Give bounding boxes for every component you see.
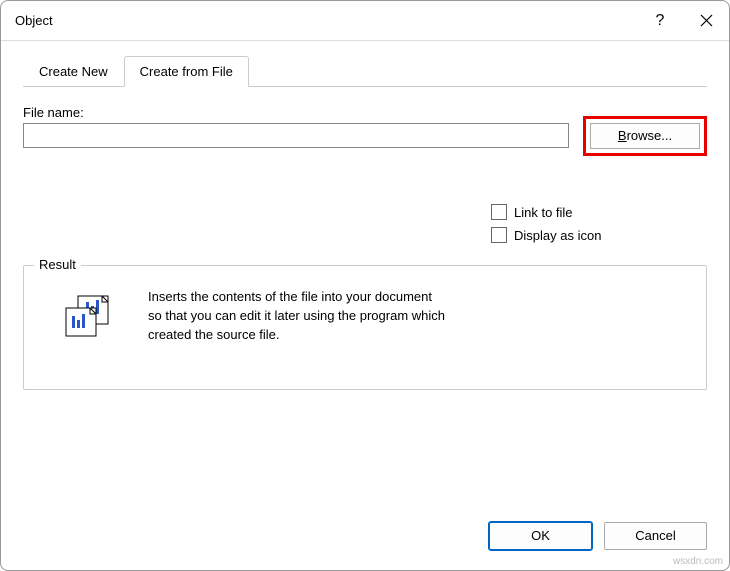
result-legend: Result (34, 257, 81, 272)
cancel-button[interactable]: Cancel (604, 522, 707, 550)
close-icon (700, 14, 713, 27)
checkbox-icon (491, 204, 507, 220)
dialog-footer: OK Cancel (489, 522, 707, 550)
close-button[interactable] (683, 1, 729, 41)
form-area: File name: Browse... Link to file Displa… (23, 87, 707, 390)
filename-label: File name: (23, 105, 569, 120)
filename-row: File name: Browse... (23, 105, 707, 148)
tab-create-from-file[interactable]: Create from File (124, 56, 249, 87)
display-as-icon-option[interactable]: Display as icon (491, 227, 707, 243)
help-button[interactable]: ? (637, 1, 683, 41)
tab-create-new[interactable]: Create New (23, 56, 124, 87)
dialog-title: Object (15, 13, 637, 28)
dialog-content: Create New Create from File File name: B… (1, 41, 729, 390)
link-to-file-label: Link to file (514, 205, 573, 220)
browse-highlight: Browse... (583, 116, 707, 156)
embed-file-icon (64, 294, 116, 340)
result-group: Result (23, 265, 707, 390)
result-description: Inserts the contents of the file into yo… (148, 288, 448, 345)
object-dialog: Object ? Create New Create from File Fil… (0, 0, 730, 571)
checkbox-icon (491, 227, 507, 243)
titlebar: Object ? (1, 1, 729, 41)
display-as-icon-label: Display as icon (514, 228, 601, 243)
browse-button[interactable]: Browse... (590, 123, 700, 149)
watermark: wsxdn.com (673, 556, 723, 567)
filename-input[interactable] (23, 123, 569, 148)
link-to-file-option[interactable]: Link to file (491, 204, 707, 220)
options-group: Link to file Display as icon (491, 204, 707, 243)
tab-strip: Create New Create from File (23, 55, 707, 87)
ok-button[interactable]: OK (489, 522, 592, 550)
